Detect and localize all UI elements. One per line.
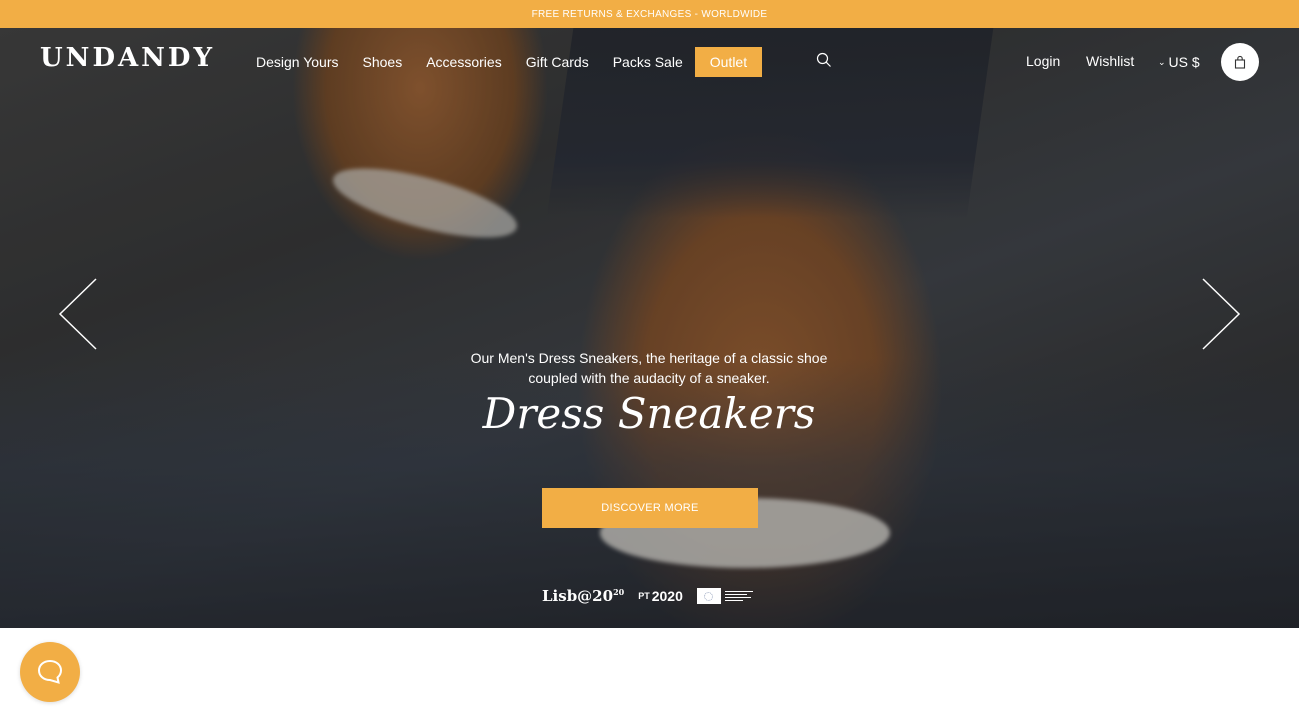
carousel-prev-button[interactable] (58, 278, 98, 350)
nav-item-shoes[interactable]: Shoes (363, 47, 403, 77)
discover-more-button[interactable]: DISCOVER MORE (542, 488, 758, 528)
cart-button[interactable] (1221, 43, 1259, 81)
login-link[interactable]: Login (1026, 53, 1060, 69)
chat-bubble-icon (37, 659, 63, 684)
eu-flag-icon (696, 588, 721, 604)
nav-item-outlet[interactable]: Outlet (694, 47, 763, 77)
currency-label: US $ (1168, 54, 1200, 70)
wishlist-link[interactable]: Wishlist (1086, 53, 1134, 69)
eu-funding-logo (696, 588, 757, 604)
promo-text: FREE RETURNS & EXCHANGES - WORLDWIDE (531, 8, 768, 20)
site-logo[interactable]: UNDANDY (40, 43, 215, 73)
lisboa-logo-text: Lisb@20 (542, 587, 614, 605)
chevron-right-icon (1202, 278, 1241, 350)
shopping-bag-icon (1234, 55, 1246, 69)
eu-fine-print (724, 590, 757, 603)
hero-subtitle: Our Men's Dress Sneakers, the heritage o… (470, 350, 828, 386)
lisboa-2020-logo: Lisb@2020 (542, 587, 624, 605)
chat-button[interactable] (20, 642, 80, 702)
nav-item-design-yours[interactable]: Design Yours (256, 47, 339, 77)
chevron-left-icon (58, 278, 97, 350)
lisboa-logo-sup: 20 (613, 587, 625, 597)
chevron-down-icon: ⌄ (1158, 56, 1166, 67)
search-icon[interactable] (816, 52, 832, 68)
site-header: UNDANDY Design Yours Shoes Accessories G… (0, 28, 1299, 96)
funding-logos: Lisb@2020 PT 2020 (542, 584, 757, 608)
hero-overlay (0, 28, 1299, 628)
nav-item-packs-sale[interactable]: Packs Sale (613, 47, 683, 77)
portugal-mark: PT (638, 591, 650, 601)
main-nav: Design Yours Shoes Accessories Gift Card… (256, 47, 763, 77)
portugal-2020-logo: PT 2020 (638, 588, 683, 604)
carousel-next-button[interactable] (1201, 278, 1241, 350)
currency-selector[interactable]: ⌄ US $ (1158, 54, 1200, 70)
nav-item-gift-cards[interactable]: Gift Cards (526, 47, 589, 77)
nav-item-accessories[interactable]: Accessories (426, 47, 501, 77)
hero-banner: Our Men's Dress Sneakers, the heritage o… (0, 28, 1299, 628)
hero-title: Dress Sneakers (482, 389, 816, 438)
portugal-logo-text: 2020 (651, 588, 683, 604)
promo-bar: FREE RETURNS & EXCHANGES - WORLDWIDE (0, 0, 1299, 28)
